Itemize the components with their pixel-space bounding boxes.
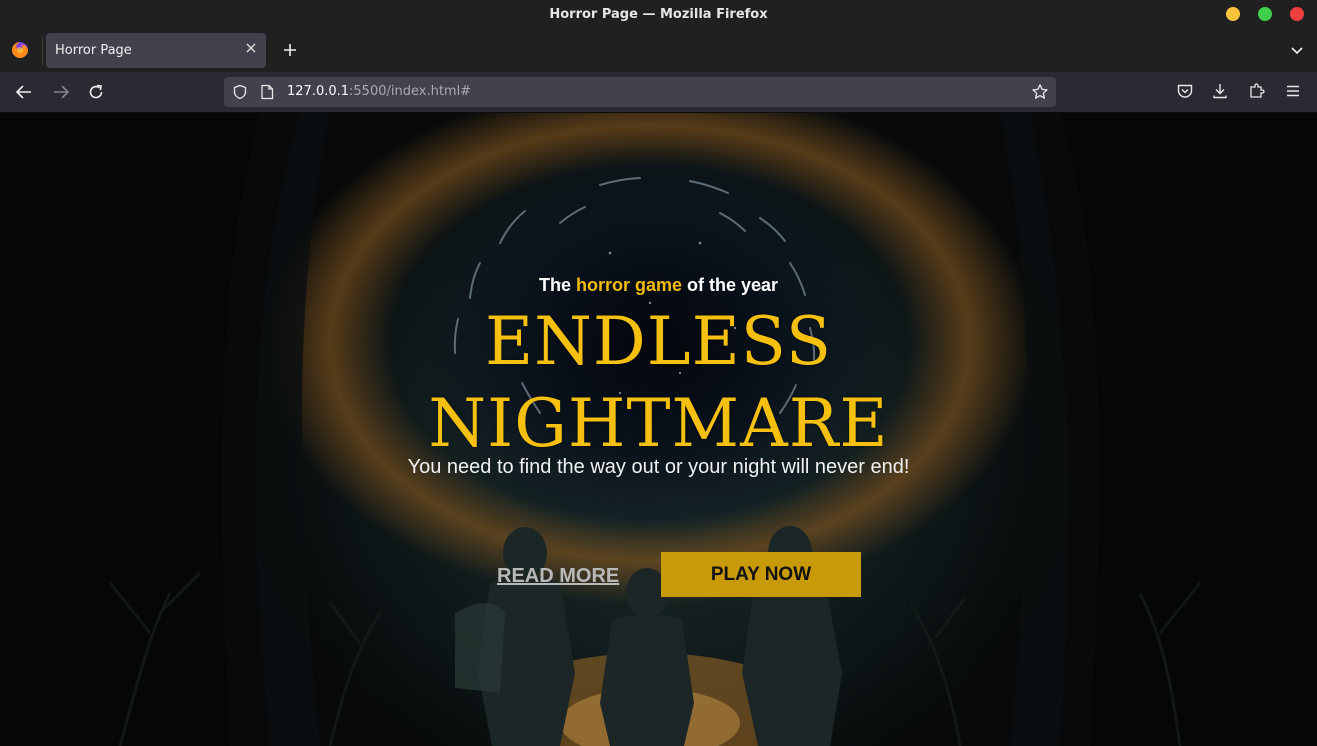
url-path: :5500/index.html# <box>349 84 472 99</box>
chevron-down-icon[interactable] <box>1289 42 1305 58</box>
tagline-start: The <box>538 275 576 295</box>
star-icon[interactable] <box>1031 83 1049 101</box>
game-title-line-2: NIGHTMARE <box>428 385 889 462</box>
game-title: ENDLESS NIGHTMARE <box>0 301 1317 465</box>
tab-strip: Horror Page <box>0 30 1317 72</box>
minimize-button[interactable] <box>1226 7 1240 21</box>
plus-icon[interactable] <box>281 41 299 59</box>
hamburger-menu-icon[interactable] <box>1284 82 1302 100</box>
shield-icon[interactable] <box>232 84 248 100</box>
window-titlebar: Horror Page — Mozilla Firefox <box>0 0 1317 30</box>
tab-horror-page[interactable]: Horror Page <box>46 33 266 68</box>
play-now-button[interactable]: PLAY NOW <box>661 552 861 597</box>
firefox-logo-icon <box>11 41 29 59</box>
tab-separator <box>42 36 43 66</box>
page-viewport: The horror game of the year ENDLESS NIGH… <box>0 113 1317 746</box>
read-more-link[interactable]: READ MORE <box>497 565 619 588</box>
reload-icon[interactable] <box>86 82 106 102</box>
close-icon[interactable] <box>244 41 258 55</box>
navigation-toolbar: 127.0.0.1:5500/index.html# <box>0 72 1317 113</box>
maximize-button[interactable] <box>1258 7 1272 21</box>
window-title: Horror Page — Mozilla Firefox <box>549 7 768 22</box>
extensions-icon[interactable] <box>1248 82 1266 100</box>
tab-title: Horror Page <box>55 43 132 58</box>
back-arrow-icon[interactable] <box>14 82 34 102</box>
hero-subtitle: You need to find the way out or your nig… <box>407 456 910 478</box>
game-title-line-1: ENDLESS <box>484 303 833 380</box>
tagline-highlight: horror game <box>575 275 682 295</box>
pocket-icon[interactable] <box>1176 82 1194 100</box>
tagline-end: of the year <box>682 275 779 295</box>
download-icon[interactable] <box>1211 82 1229 100</box>
url-bar[interactable]: 127.0.0.1:5500/index.html# <box>224 77 1056 107</box>
close-window-button[interactable] <box>1290 7 1304 21</box>
url-host: 127.0.0.1 <box>287 84 350 99</box>
forward-arrow-icon[interactable] <box>51 82 71 102</box>
url-text[interactable]: 127.0.0.1:5500/index.html# <box>287 84 471 99</box>
page-icon[interactable] <box>260 84 274 100</box>
hero-tagline: The horror game of the year <box>0 275 1317 296</box>
